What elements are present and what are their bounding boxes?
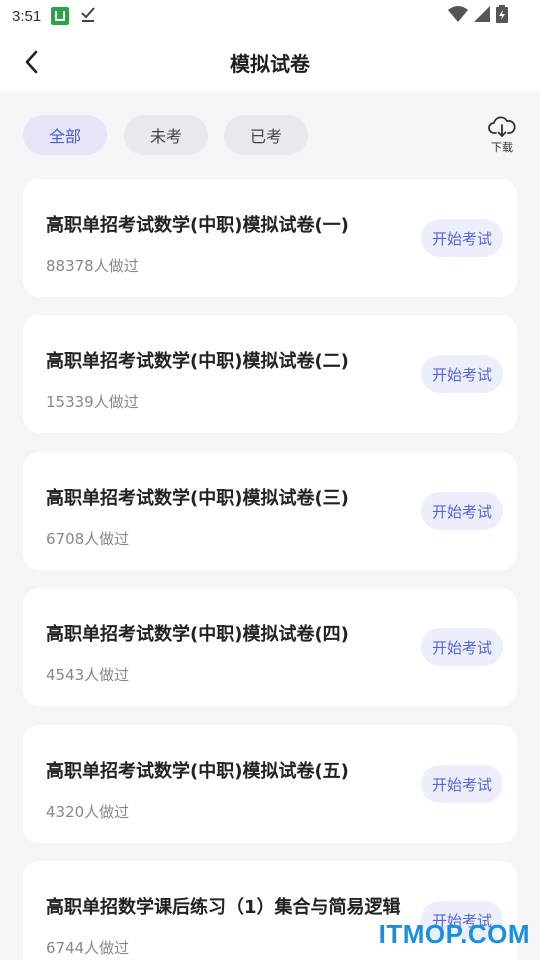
tab-not-taken[interactable]: 未考 (124, 115, 208, 155)
wifi-icon (448, 6, 468, 26)
list-item[interactable]: 高职单招考试数学(中职)模拟试卷(三) 6708人做过 开始考试 (23, 452, 517, 570)
paper-title: 高职单招考试数学(中职)模拟试卷(四) (46, 624, 349, 645)
paper-title: 高职单招考试数学(中职)模拟试卷(五) (46, 761, 349, 782)
paper-taken-count: 88378人做过 (46, 257, 139, 275)
status-bar: 3:51 (0, 0, 540, 32)
paper-taken-count: 4543人做过 (46, 666, 130, 684)
battery-charging-icon (496, 5, 508, 27)
start-exam-button[interactable]: 开始考试 (421, 219, 503, 257)
cloud-download-icon (488, 116, 516, 137)
app-u-icon (51, 7, 70, 25)
paper-taken-count: 15339人做过 (46, 393, 139, 411)
paper-title: 高职单招考试数学(中职)模拟试卷(一) (46, 215, 349, 236)
status-time: 3:51 (12, 7, 42, 25)
chevron-left-icon (25, 50, 38, 74)
start-exam-button[interactable]: 开始考试 (421, 628, 503, 666)
filter-bar: 全部 未考 已考 下载 (0, 92, 540, 176)
paper-title: 高职单招考试数学(中职)模拟试卷(二) (46, 351, 349, 372)
watermark: ITMOP.COM (378, 919, 530, 949)
back-button[interactable] (16, 46, 48, 78)
signal-icon (474, 6, 490, 26)
paper-taken-count: 6744人做过 (46, 939, 130, 957)
list-item[interactable]: 高职单招考试数学(中职)模拟试卷(五) 4320人做过 开始考试 (23, 725, 517, 843)
paper-taken-count: 6708人做过 (46, 530, 130, 548)
start-exam-button[interactable]: 开始考试 (421, 355, 503, 393)
download-done-icon (79, 5, 97, 27)
list-item[interactable]: 高职单招考试数学(中职)模拟试卷(一) 88378人做过 开始考试 (23, 179, 517, 297)
start-exam-button[interactable]: 开始考试 (421, 765, 503, 803)
tab-taken[interactable]: 已考 (224, 115, 308, 155)
tab-all[interactable]: 全部 (23, 115, 107, 155)
app-header: 模拟试卷 (0, 32, 540, 92)
paper-title: 高职单招数学课后练习（1）集合与简易逻辑 (46, 897, 401, 918)
start-exam-button[interactable]: 开始考试 (421, 492, 503, 530)
paper-title: 高职单招考试数学(中职)模拟试卷(三) (46, 488, 349, 509)
page-title: 模拟试卷 (230, 51, 310, 76)
list-item[interactable]: 高职单招考试数学(中职)模拟试卷(二) 15339人做过 开始考试 (23, 315, 517, 433)
paper-taken-count: 4320人做过 (46, 803, 130, 821)
download-button[interactable]: 下载 (486, 116, 518, 156)
download-label: 下载 (491, 141, 513, 154)
list-item[interactable]: 高职单招考试数学(中职)模拟试卷(四) 4543人做过 开始考试 (23, 588, 517, 706)
